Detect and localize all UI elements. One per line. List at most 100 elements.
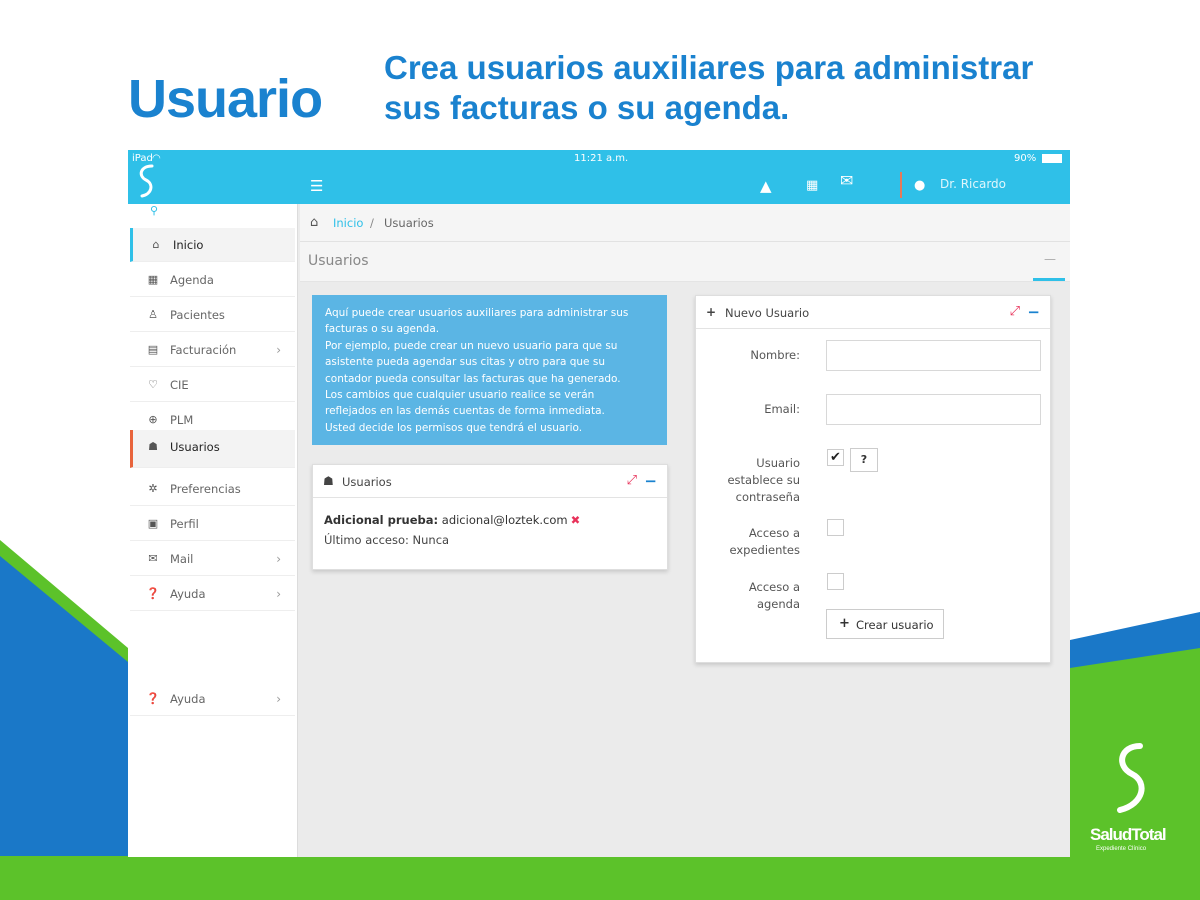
breadcrumb: ⌂ Inicio / Usuarios: [300, 204, 1070, 242]
user-entry-name: Adicional prueba:: [324, 513, 439, 527]
user-last-access: Último acceso: Nunca: [324, 533, 450, 547]
name-label: Nombre:: [750, 348, 800, 362]
sidebar-item-label: Preferencias: [170, 482, 241, 496]
home-icon: ⌂: [152, 238, 160, 251]
users-panel-header: ☗ Usuarios ⤢ −: [313, 465, 667, 498]
new-user-panel-title: Nuevo Usuario: [725, 306, 810, 320]
sidebar-item-label: Usuarios: [170, 440, 220, 454]
new-user-panel-header: + Nuevo Usuario ⤢ −: [696, 296, 1050, 329]
minimize-icon[interactable]: −: [644, 472, 657, 490]
brand-mark-icon: [1117, 743, 1145, 813]
create-user-button[interactable]: + Crear usuario: [826, 609, 944, 639]
chevron-right-icon: ›: [276, 552, 281, 566]
info-line: Aquí puede crear usuarios auxiliares par…: [325, 307, 629, 319]
info-line: facturas o su agenda.: [325, 323, 440, 336]
password-setting-checkbox[interactable]: ✔: [827, 449, 844, 466]
sidebar-item-label: Agenda: [170, 273, 214, 287]
info-line: Usted decide los permisos que tendrá el …: [325, 421, 583, 434]
agenda-access-label: Acceso a agenda: [748, 580, 800, 611]
expand-icon[interactable]: ⤢: [627, 473, 637, 488]
users-icon: ☗: [148, 440, 158, 453]
name-field[interactable]: [826, 340, 1041, 371]
app-screen: iPad ◠ 11:21 a.m. 90% ☰ ▲ ▦ ✉ ● Dr. Rica…: [128, 150, 1070, 857]
sidebar-item-facturacion[interactable]: ▤ Facturación ›: [130, 333, 295, 367]
sidebar: ⚲ ⌂ Inicio ▦ Agenda ♙ Pacientes ▤ Factur…: [128, 204, 298, 857]
help-icon: ❓: [146, 587, 160, 600]
invoice-icon: ▤: [147, 343, 159, 356]
app-topbar: ☰ ▲ ▦ ✉ ● Dr. Ricardo: [128, 164, 1070, 204]
sidebar-item-usuarios[interactable]: ☗ Usuarios: [130, 430, 295, 468]
breadcrumb-current: Usuarios: [384, 216, 434, 230]
users-panel: ☗ Usuarios ⤢ − Adicional prueba: adicion…: [312, 464, 668, 570]
chevron-right-icon: ›: [276, 343, 281, 357]
sidebar-item-label: Inicio: [173, 238, 204, 252]
records-access-checkbox[interactable]: [827, 519, 844, 536]
sidebar-item-label: Pacientes: [170, 308, 225, 322]
stethoscope-icon: ♡: [148, 378, 158, 391]
agenda-access-checkbox[interactable]: [827, 573, 844, 590]
info-line: asistente pueda agendar sus citas y otro…: [325, 356, 605, 369]
page-title: Usuarios: [308, 253, 369, 269]
info-line: Por ejemplo, puede crear un nuevo usuari…: [325, 339, 618, 352]
saludtotal-logo: SaludTotal Expediente Clínico: [1088, 740, 1180, 860]
battery-level: 90%: [1014, 153, 1037, 164]
battery-icon: [1042, 154, 1062, 163]
gear-icon: ✲: [148, 482, 158, 495]
home-icon: ⌂: [310, 215, 319, 230]
mail-icon: ✉: [148, 552, 158, 565]
sidebar-item-label: CIE: [170, 378, 189, 392]
search-icon[interactable]: ⚲: [150, 204, 158, 217]
email-field[interactable]: [826, 394, 1041, 425]
chevron-right-icon: ›: [276, 587, 281, 601]
sidebar-item-preferencias[interactable]: ✲ Preferencias: [130, 472, 295, 506]
image-icon: ▣: [147, 517, 159, 530]
users-panel-title: Usuarios: [342, 475, 392, 489]
email-label: Email:: [764, 402, 800, 416]
sidebar-item-label: Ayuda: [170, 587, 206, 601]
device-statusbar: iPad ◠ 11:21 a.m. 90%: [128, 150, 1070, 168]
info-line: contador pueda consultar las facturas qu…: [325, 372, 621, 385]
info-line: Los cambios que cualquier usuario realic…: [325, 389, 595, 402]
promo-title: Usuario: [128, 69, 323, 129]
calendar-icon: ▦: [147, 273, 159, 286]
calendar-icon[interactable]: ▦: [806, 177, 818, 195]
sidebar-item-label: Ayuda: [170, 692, 206, 706]
sidebar-item-ayuda[interactable]: ❓ Ayuda ›: [130, 577, 295, 611]
alert-icon[interactable]: ▲: [760, 177, 772, 195]
sidebar-item-inicio[interactable]: ⌂ Inicio: [130, 228, 295, 262]
sidebar-item-label: Facturación: [170, 343, 237, 357]
logo-brand: SaludTotal: [1090, 825, 1167, 844]
sidebar-item-pacientes[interactable]: ♙ Pacientes: [130, 298, 295, 332]
help-icon: ❓: [146, 692, 160, 705]
sidebar-item-ayuda-bottom[interactable]: ❓ Ayuda ›: [130, 682, 295, 716]
breadcrumb-separator: /: [370, 216, 374, 230]
menu-icon[interactable]: ☰: [310, 177, 323, 195]
plm-icon: ⊕: [148, 413, 158, 426]
chevron-right-icon: ›: [276, 692, 281, 706]
help-button[interactable]: ?: [850, 448, 878, 472]
user-icon: ●: [914, 178, 926, 193]
mail-clock-icon[interactable]: ✉: [840, 172, 853, 190]
breadcrumb-home-link[interactable]: Inicio: [333, 216, 363, 230]
sidebar-item-label: PLM: [170, 413, 194, 427]
sidebar-item-agenda[interactable]: ▦ Agenda: [130, 263, 295, 297]
plus-icon: +: [839, 616, 850, 631]
minimize-icon[interactable]: −: [1027, 303, 1040, 321]
info-box: Aquí puede crear usuarios auxiliares par…: [312, 295, 667, 445]
sidebar-item-cie[interactable]: ♡ CIE: [130, 368, 295, 402]
sidebar-item-perfil[interactable]: ▣ Perfil: [130, 507, 295, 541]
delete-user-icon[interactable]: ✖: [571, 513, 581, 527]
collapse-icon[interactable]: —: [1044, 252, 1056, 266]
sidebar-item-label: Mail: [170, 552, 194, 566]
user-entry: Adicional prueba: adicional@loztek.com ✖: [324, 513, 580, 527]
new-user-panel: + Nuevo Usuario ⤢ − Nombre: Email: Usuar…: [695, 295, 1051, 663]
page-header: Usuarios —: [300, 242, 1070, 282]
user-name[interactable]: Dr. Ricardo: [940, 177, 1006, 191]
sidebar-item-mail[interactable]: ✉ Mail ›: [130, 542, 295, 576]
patient-icon: ♙: [148, 308, 158, 321]
app-logo-icon: [139, 164, 154, 198]
create-user-label: Crear usuario: [856, 618, 934, 632]
sidebar-item-label: Perfil: [170, 517, 199, 531]
expand-icon[interactable]: ⤢: [1010, 304, 1020, 319]
topbar-divider: [900, 172, 902, 198]
